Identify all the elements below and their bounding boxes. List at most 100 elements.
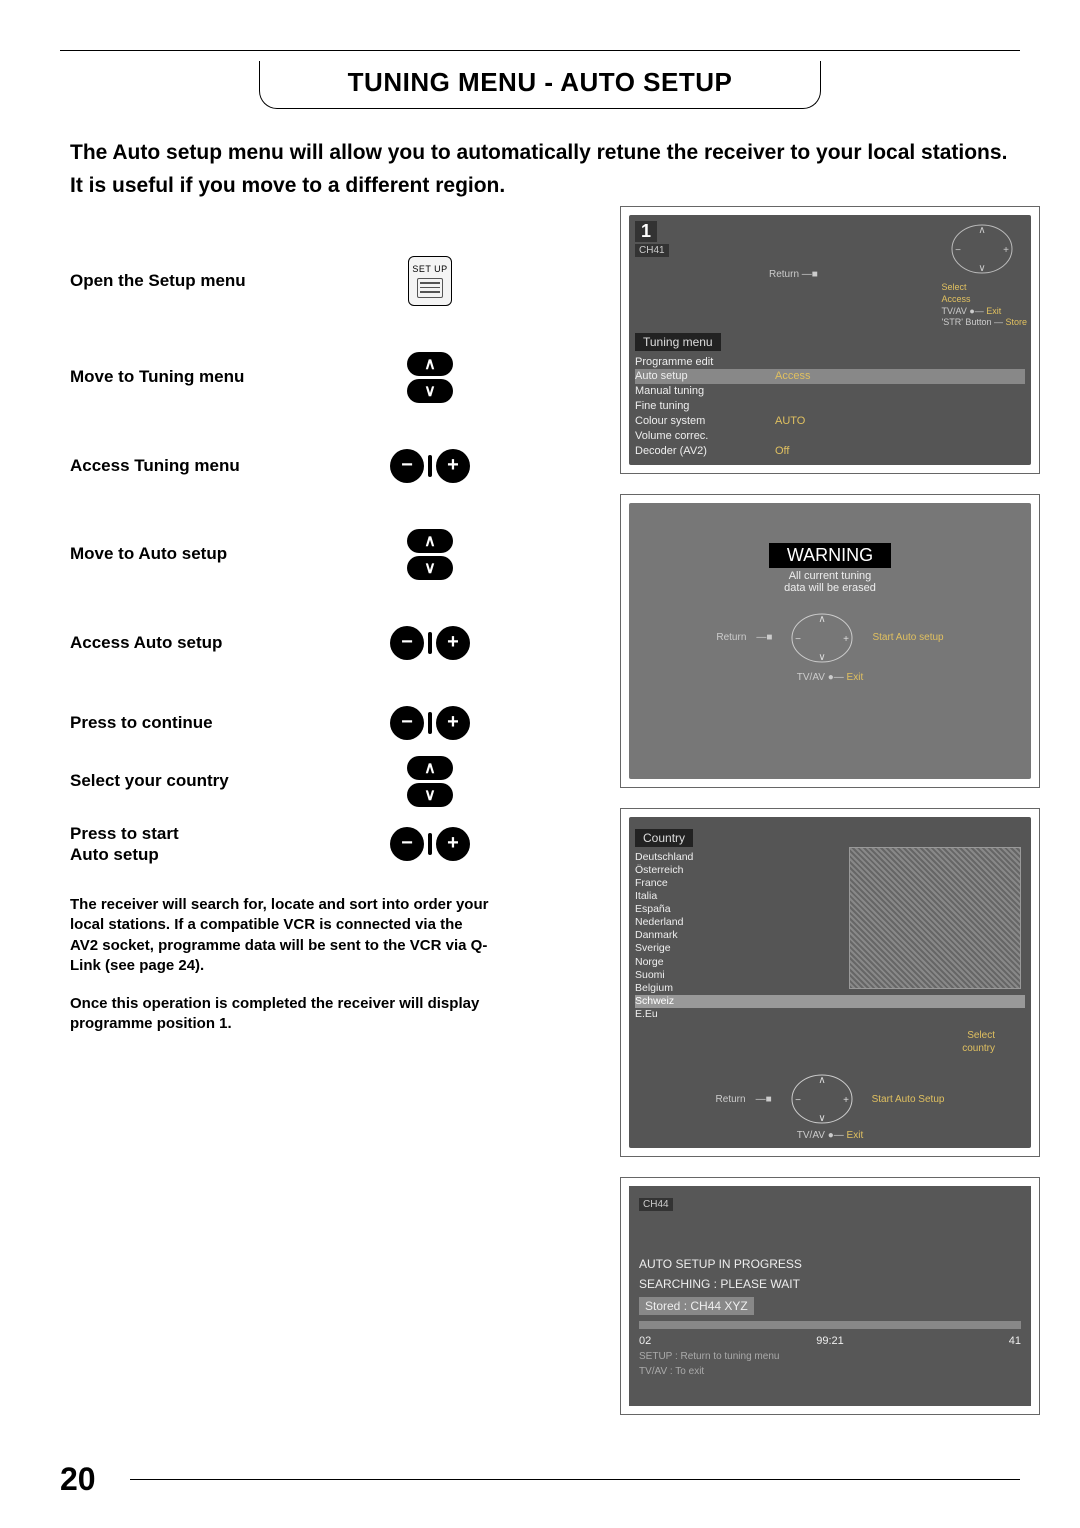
minus-icon: − bbox=[390, 626, 424, 660]
up-down-icon: ∧ ∨ bbox=[407, 756, 453, 807]
svg-text:+: + bbox=[1003, 245, 1009, 256]
after-p2: Once this operation is completed the rec… bbox=[70, 994, 490, 1035]
osd-legend: ∧ ∨ − + Select Access TV/AV ●— Exit 'STR… bbox=[942, 219, 1028, 329]
menu-item: Programme edit bbox=[635, 355, 775, 370]
down-pill-icon: ∨ bbox=[407, 556, 453, 580]
plus-icon: + bbox=[436, 626, 470, 660]
osd-channel-badge: CH44 bbox=[639, 1198, 673, 1211]
steps-column: Open the Setup menu SET UP Move to Tunin… bbox=[70, 256, 500, 1053]
bottom-rule bbox=[130, 1479, 1020, 1480]
warning-title: WARNING bbox=[769, 543, 891, 568]
progress-bar bbox=[639, 1321, 1021, 1329]
osd-nav-cluster: Return —■ ∧ ∨ − + Start Auto setup bbox=[635, 608, 1025, 668]
after-text: The receiver will search for, locate and… bbox=[70, 895, 490, 1035]
step-access-autosetup: Access Auto setup − + bbox=[70, 626, 500, 660]
dpad-icon: ∧ ∨ − + bbox=[782, 1069, 862, 1129]
svg-text:−: − bbox=[796, 634, 802, 645]
osd-prog-number: 1 bbox=[635, 221, 657, 242]
step-label: Select your country bbox=[70, 770, 370, 791]
step-press-continue: Press to continue − + bbox=[70, 706, 500, 740]
minus-icon: − bbox=[390, 449, 424, 483]
osd-tuning-menu: 1 CH41 ∧ ∨ − + Select Access TV/A bbox=[620, 206, 1040, 474]
svg-text:∨: ∨ bbox=[978, 263, 985, 274]
country-item: E.Eu bbox=[635, 1008, 1025, 1021]
menu-item: Decoder (AV2) bbox=[635, 444, 775, 459]
europe-map-icon bbox=[849, 847, 1021, 989]
page-number: 20 bbox=[60, 1461, 96, 1498]
step-access-tuning: Access Tuning menu − + bbox=[70, 449, 500, 483]
osd-bottom-legend: Select country Return —■ ∧ ∨ − + bbox=[635, 1029, 1025, 1142]
menu-value: Access bbox=[775, 369, 810, 384]
progress-line2: SEARCHING : PLEASE WAIT bbox=[639, 1277, 1021, 1291]
legend-tvav: TV/AV bbox=[942, 306, 967, 316]
setup-button-icon: SET UP bbox=[408, 256, 452, 306]
up-pill-icon: ∧ bbox=[407, 352, 453, 376]
step-move-tuning: Move to Tuning menu ∧ ∨ bbox=[70, 352, 500, 403]
step-label: Access Auto setup bbox=[70, 632, 370, 653]
dpad-icon: ∧ ∨ − + bbox=[942, 219, 1022, 279]
minus-icon: − bbox=[390, 706, 424, 740]
step-label-b: Auto setup bbox=[70, 845, 159, 864]
osd-tab: Country bbox=[635, 829, 693, 847]
legend-exit: Exit bbox=[847, 672, 864, 683]
svg-text:∨: ∨ bbox=[819, 652, 826, 663]
step-label: Press to continue bbox=[70, 712, 370, 733]
legend-return: Return bbox=[716, 1093, 746, 1106]
top-rule bbox=[60, 50, 1020, 51]
legend-tvav: TV/AV bbox=[797, 1130, 825, 1141]
legend-exit: Exit bbox=[847, 1130, 864, 1141]
legend-select: Select bbox=[967, 1030, 995, 1041]
legend-exit: Exit bbox=[986, 306, 1001, 316]
menu-value: AUTO bbox=[775, 414, 805, 429]
step-move-autosetup: Move to Auto setup ∧ ∨ bbox=[70, 529, 500, 580]
osd-channel-badge: CH41 bbox=[635, 244, 669, 257]
svg-text:+: + bbox=[843, 1095, 849, 1106]
step-label: Open the Setup menu bbox=[70, 270, 370, 291]
step-press-start: Press to start Auto setup − + bbox=[70, 823, 500, 866]
svg-text:−: − bbox=[955, 245, 961, 256]
legend-start: Start Auto Setup bbox=[872, 1093, 945, 1106]
page-title: TUNING MENU - AUTO SETUP bbox=[348, 67, 733, 97]
menu-item: Manual tuning bbox=[635, 384, 775, 399]
progress-hint2: TV/AV : To exit bbox=[639, 1366, 1021, 1377]
after-p1: The receiver will search for, locate and… bbox=[70, 895, 490, 976]
manual-page: TUNING MENU - AUTO SETUP The Auto setup … bbox=[0, 0, 1080, 1528]
setup-bars-icon bbox=[417, 278, 443, 298]
legend-start: Start Auto setup bbox=[872, 632, 943, 643]
legend-access: Access bbox=[942, 294, 971, 304]
dpad-icon: ∧ ∨ − + bbox=[782, 608, 862, 668]
progress-line1: AUTO SETUP IN PROGRESS bbox=[639, 1257, 1021, 1271]
menu-item: Fine tuning bbox=[635, 399, 775, 414]
menu-item: Auto setup bbox=[635, 369, 775, 384]
up-down-icon: ∧ ∨ bbox=[407, 529, 453, 580]
legend-str: 'STR' Button bbox=[942, 317, 992, 327]
legend-return: Return bbox=[769, 269, 799, 280]
legend-tvav: TV/AV bbox=[797, 672, 825, 683]
progress-v1: 02 bbox=[639, 1335, 651, 1347]
legend-return: Return bbox=[716, 632, 746, 643]
osd-tab: Tuning menu bbox=[635, 333, 721, 351]
country-item-selected: Schweiz bbox=[635, 995, 1025, 1008]
step-select-country: Select your country ∧ ∨ bbox=[70, 756, 500, 807]
svg-text:∧: ∧ bbox=[818, 1075, 825, 1086]
osd-warning: WARNING All current tuning data will be … bbox=[620, 494, 1040, 788]
minus-icon: − bbox=[390, 827, 424, 861]
menu-item: Volume correc. bbox=[635, 429, 775, 444]
legend-select: Select bbox=[942, 282, 967, 292]
svg-text:∧: ∧ bbox=[978, 225, 985, 236]
step-open-setup: Open the Setup menu SET UP bbox=[70, 256, 500, 306]
intro-line-2: It is useful if you move to a different … bbox=[70, 172, 1010, 199]
step-label: Access Tuning menu bbox=[70, 455, 370, 476]
warning-sub1: All current tuning bbox=[635, 570, 1025, 582]
down-pill-icon: ∨ bbox=[407, 783, 453, 807]
progress-stored: Stored : CH44 XYZ bbox=[639, 1297, 754, 1315]
svg-text:∨: ∨ bbox=[818, 1113, 825, 1124]
minus-plus-icon: − + bbox=[390, 706, 470, 740]
svg-text:∧: ∧ bbox=[819, 614, 826, 625]
plus-icon: + bbox=[436, 827, 470, 861]
plus-icon: + bbox=[436, 706, 470, 740]
osd-country: Country Deutschland Österreich France It… bbox=[620, 808, 1040, 1158]
up-pill-icon: ∧ bbox=[407, 756, 453, 780]
menu-item: Colour system bbox=[635, 414, 775, 429]
plus-icon: + bbox=[436, 449, 470, 483]
